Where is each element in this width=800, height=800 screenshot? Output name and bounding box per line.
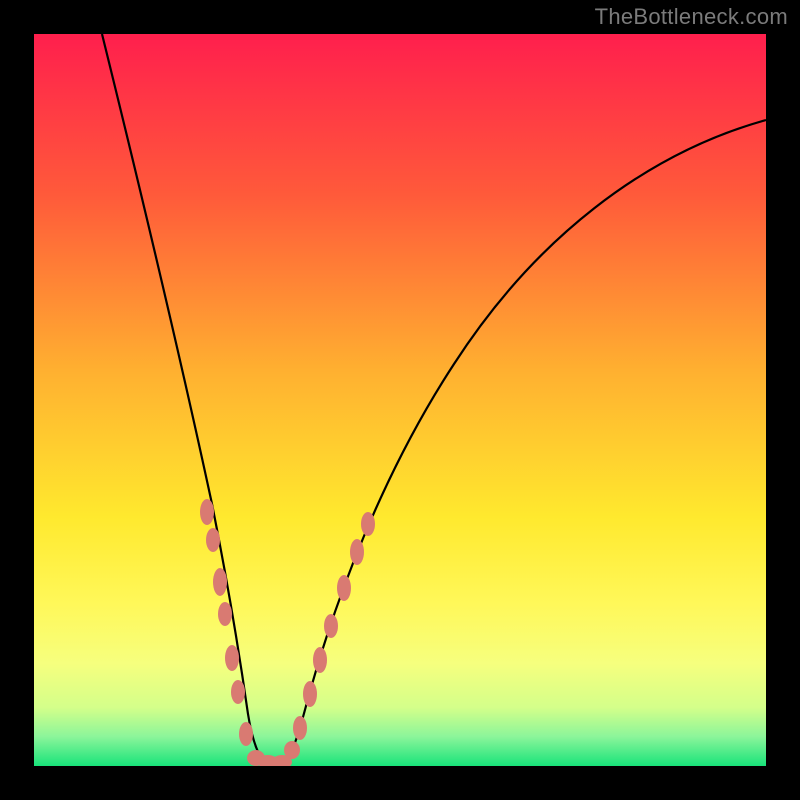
bottleneck-curve xyxy=(102,34,766,764)
watermark-text: TheBottleneck.com xyxy=(595,4,788,30)
sample-dots xyxy=(200,499,375,766)
plot-area xyxy=(34,34,766,766)
curve-layer xyxy=(34,34,766,766)
chart-frame: TheBottleneck.com xyxy=(0,0,800,800)
